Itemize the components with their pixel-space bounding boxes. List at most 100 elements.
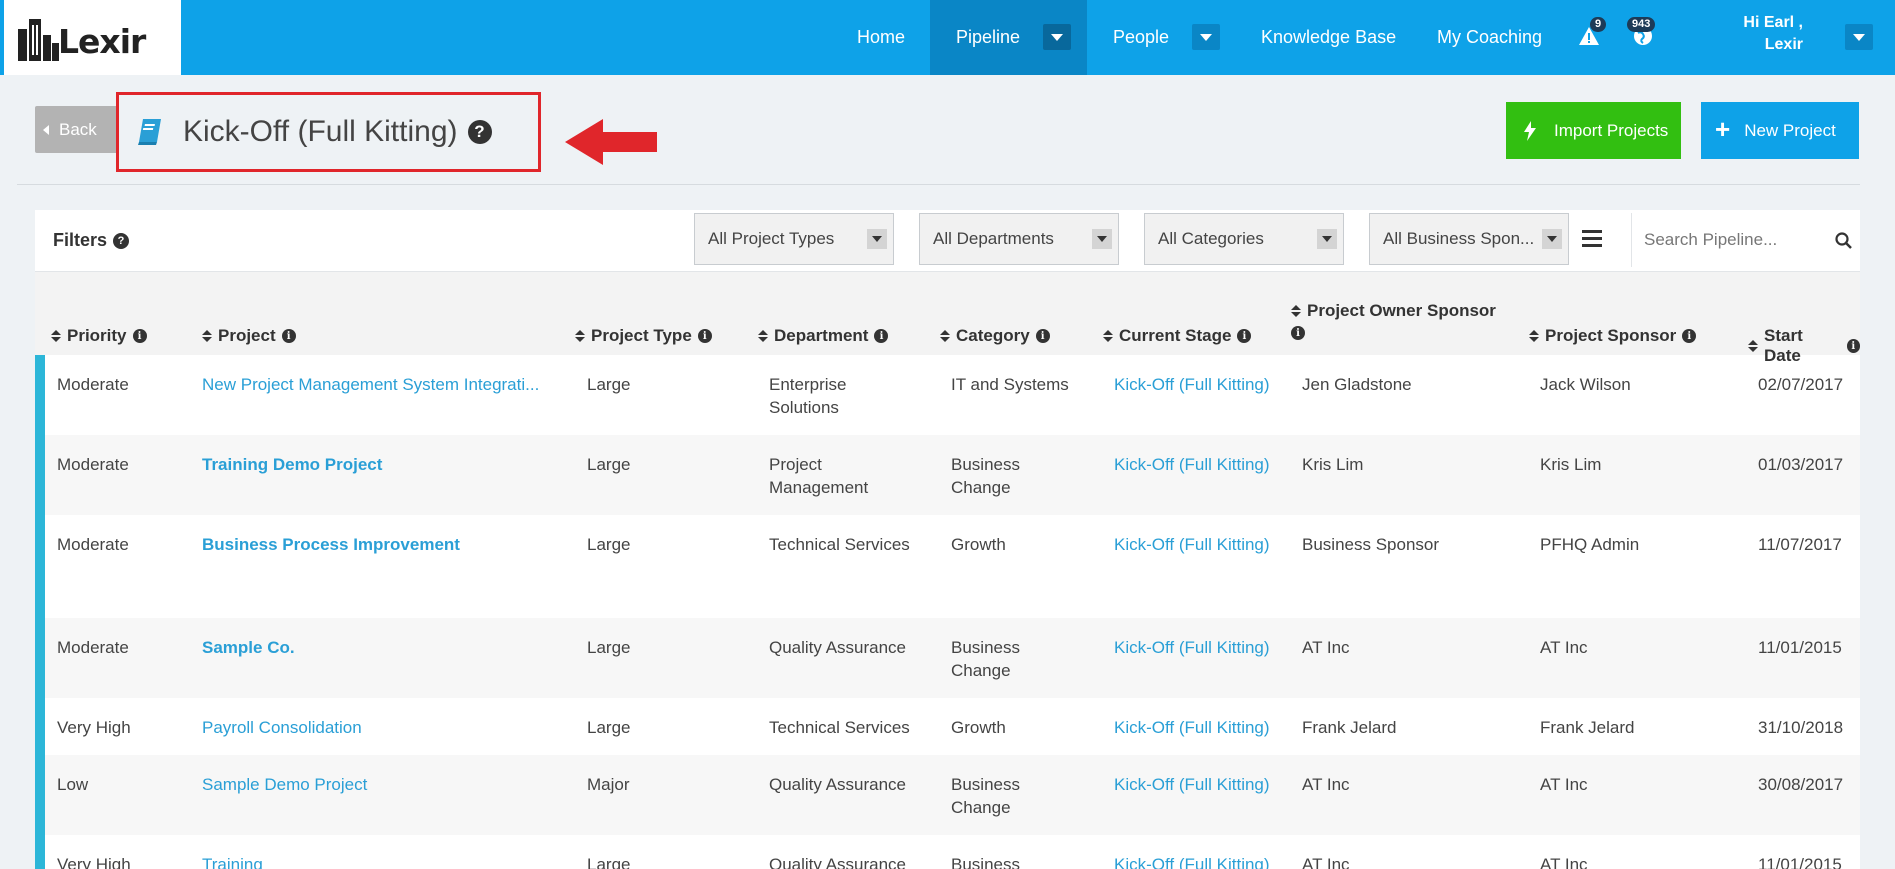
column-label: Project [218,326,276,345]
project-link[interactable]: Business Process Improvement [202,533,542,556]
help-icon[interactable]: ? [467,120,492,144]
project-link[interactable]: Sample Demo Project [202,773,542,796]
department-cell: Quality Assurance [769,638,907,657]
category-cell: Growth [951,718,1006,737]
user-dropdown-toggle[interactable] [1845,24,1873,50]
column-menu-icon[interactable] [1582,230,1602,251]
top-navbar: Lexir Home Pipeline People Knowledge Bas… [0,0,1895,75]
sort-icon [1529,330,1539,342]
back-label: Back [59,119,97,139]
column-header-owner-sponsor[interactable]: Project Owner Sponsor i [1291,301,1496,340]
start-date-cell: 01/03/2017 [1758,455,1844,474]
search-icon[interactable] [1835,232,1852,249]
alerts-badge: 9 [1590,17,1607,32]
nav-pipeline[interactable]: Pipeline [930,0,1087,75]
column-header-category[interactable]: Category i [940,326,1050,346]
table-row[interactable]: Moderate Business Process Improvement La… [35,515,1860,618]
notifications-badge: 943 [1627,17,1656,32]
category-cell: Business [951,855,1020,869]
info-icon: i [1237,329,1252,343]
info-icon: i [281,329,296,343]
business-sponsor-select[interactable]: All Business Spon... [1369,213,1569,265]
project-link[interactable]: Sample Co. [202,636,542,659]
project-sponsor-cell: Frank Jelard [1540,718,1635,737]
dropdown-arrow-icon [1317,229,1337,249]
project-type-cell: Large [587,375,631,394]
project-link[interactable]: Training Demo Project [202,453,542,476]
import-projects-button[interactable]: Import Projects [1506,102,1681,159]
priority-cell: Very High [57,855,131,869]
nav-my-coaching[interactable]: My Coaching [1437,0,1542,75]
table-row[interactable]: Moderate New Project Management System I… [35,355,1860,435]
category-cell: Business Change [951,638,1020,680]
start-date-cell: 30/08/2017 [1758,775,1844,794]
back-button[interactable]: Back [35,106,118,153]
stage-link[interactable]: Kick-Off (Full Kitting) [1114,716,1270,739]
lexir-logo[interactable]: Lexir [0,0,181,75]
dropdown-arrow-icon [1542,229,1562,249]
column-header-priority[interactable]: Priority i [51,326,147,346]
owner-sponsor-cell: Business Sponsor [1302,535,1440,554]
sort-icon [202,330,212,342]
chevron-down-icon [1853,33,1865,41]
bolt-icon [1524,120,1536,141]
column-header-project[interactable]: Project i [202,326,296,346]
column-header-project-sponsor[interactable]: Project Sponsor i [1529,326,1697,346]
nav-home[interactable]: Home [840,0,922,75]
info-icon: i [1035,329,1050,343]
stage-link[interactable]: Kick-Off (Full Kitting) [1114,636,1270,659]
project-sponsor-cell: AT Inc [1540,855,1588,869]
new-project-button[interactable]: + New Project [1701,102,1859,159]
stage-link[interactable]: Kick-Off (Full Kitting) [1114,453,1270,476]
nav-knowledge-base-label: Knowledge Base [1261,27,1397,47]
sort-icon [758,330,768,342]
column-header-department[interactable]: Department i [758,326,889,346]
nav-home-label: Home [856,27,905,47]
owner-sponsor-cell: AT Inc [1302,855,1350,869]
dropdown-arrow-icon [1092,229,1112,249]
project-link[interactable]: New Project Management System Integrati.… [202,373,542,396]
table-row[interactable]: Low Sample Demo Project Major Quality As… [35,755,1860,835]
nav-knowledge-base[interactable]: Knowledge Base [1261,0,1396,75]
help-icon[interactable]: ? [113,232,130,249]
column-header-project-type[interactable]: Project Type i [575,326,712,346]
project-link[interactable]: Training [202,853,542,869]
table-row[interactable]: Moderate Sample Co. Large Quality Assura… [35,618,1860,698]
project-sponsor-cell: Jack Wilson [1540,375,1631,394]
project-type-cell: Large [587,535,631,554]
table-row[interactable]: Moderate Training Demo Project Large Pro… [35,435,1860,515]
owner-sponsor-cell: Frank Jelard [1302,718,1397,737]
column-label: Project Owner Sponsor [1307,301,1496,320]
table-row[interactable]: Very High Training Large Quality Assuran… [35,835,1860,869]
category-select[interactable]: All Categories [1144,213,1344,265]
new-project-label: New Project [1744,120,1836,140]
user-greeting: Hi Earl , [1743,14,1803,31]
table-row[interactable]: Very High Payroll Consolidation Large Te… [35,698,1860,755]
project-type-select[interactable]: All Project Types [694,213,894,265]
stage-link[interactable]: Kick-Off (Full Kitting) [1114,773,1270,796]
project-type-cell: Large [587,718,631,737]
start-date-cell: 11/01/2015 [1758,638,1842,657]
pipeline-dropdown-toggle[interactable] [1043,24,1071,50]
nav-my-coaching-label: My Coaching [1437,27,1543,47]
search-input[interactable] [1644,226,1824,254]
user-menu[interactable]: Hi Earl , Lexir [1743,12,1803,56]
column-header-current-stage[interactable]: Current Stage i [1103,326,1252,346]
project-sponsor-cell: PFHQ Admin [1540,535,1640,554]
people-dropdown-toggle[interactable] [1192,24,1220,50]
nav-people[interactable]: People [1113,0,1223,75]
department-cell: Technical Services [769,718,910,737]
project-link[interactable]: Payroll Consolidation [202,716,542,739]
dropdown-arrow-icon [867,229,887,249]
stage-link[interactable]: Kick-Off (Full Kitting) [1114,853,1270,869]
nav-pipeline-label: Pipeline [956,27,1021,47]
stage-link[interactable]: Kick-Off (Full Kitting) [1114,373,1270,396]
owner-sponsor-cell: AT Inc [1302,638,1350,657]
department-cell: Quality Assurance [769,775,907,794]
filter-bar: Filters ? All Project Types All Departme… [35,210,1860,272]
department-select[interactable]: All Departments [919,213,1119,265]
logo-text: Lexir [58,22,146,61]
start-date-cell: 02/07/2017 [1758,375,1844,394]
stage-link[interactable]: Kick-Off (Full Kitting) [1114,533,1270,556]
start-date-cell: 11/07/2017 [1758,535,1842,554]
